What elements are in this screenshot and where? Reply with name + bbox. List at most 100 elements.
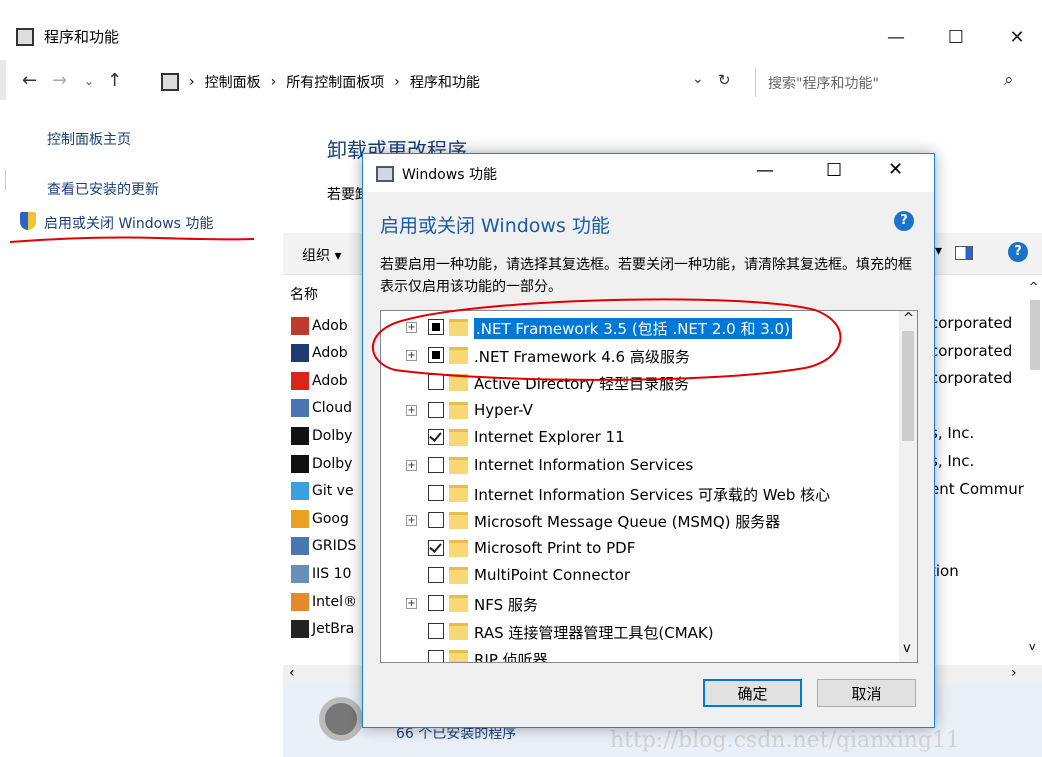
back-arrow-icon[interactable]: ← bbox=[22, 70, 37, 91]
feature-row[interactable]: RIP 侦听器 bbox=[381, 645, 917, 662]
sidebar-item-windows-features[interactable]: 启用或关闭 Windows 功能 bbox=[44, 213, 213, 233]
up-arrow-icon[interactable]: ↑ bbox=[107, 70, 122, 91]
dialog-close-button[interactable]: ✕ bbox=[888, 159, 903, 180]
recent-dropdown-icon[interactable]: ⌄ bbox=[84, 74, 94, 88]
window-icon bbox=[16, 28, 34, 46]
programs-window: 程序和功能 — ☐ ✕ ← → ⌄ ↑ › 控制面板 › 所有控制面板项 › 程… bbox=[0, 0, 1042, 757]
refresh-icon[interactable]: ↻ bbox=[718, 71, 731, 89]
feature-checkbox[interactable] bbox=[428, 622, 444, 639]
program-icon bbox=[291, 399, 309, 418]
feature-label: Internet Explorer 11 bbox=[474, 428, 625, 447]
feature-checkbox[interactable] bbox=[428, 512, 444, 529]
scroll-down-icon[interactable]: v bbox=[1029, 640, 1036, 653]
program-name: Git ve bbox=[312, 483, 354, 500]
features-scroll-thumb[interactable] bbox=[902, 331, 914, 441]
feature-checkbox[interactable] bbox=[428, 539, 444, 556]
expand-icon[interactable]: + bbox=[406, 515, 417, 527]
program-icon bbox=[291, 509, 309, 528]
sidebar-item-updates[interactable]: 查看已安装的更新 bbox=[47, 179, 159, 199]
program-name: Adob bbox=[312, 372, 348, 389]
program-row[interactable]: Goog bbox=[291, 505, 349, 532]
preview-pane-icon[interactable] bbox=[955, 246, 973, 260]
address-dropdown-icon[interactable]: ⌄ bbox=[692, 71, 704, 87]
feature-row[interactable]: Microsoft Print to PDF bbox=[381, 535, 917, 563]
features-scrollbar[interactable]: ^ v bbox=[899, 311, 917, 662]
organize-menu[interactable]: 组织 ▾ bbox=[302, 245, 341, 265]
program-row[interactable]: Intel® bbox=[291, 588, 357, 615]
feature-row[interactable]: Internet Explorer 11 bbox=[381, 424, 917, 452]
dialog-minimize-button[interactable]: — bbox=[756, 160, 774, 181]
view-dropdown-icon[interactable]: ▾ bbox=[935, 243, 942, 259]
program-row[interactable]: Adob bbox=[291, 367, 348, 394]
sidebar-item-home[interactable]: 控制面板主页 bbox=[47, 129, 131, 149]
expand-icon[interactable]: + bbox=[406, 460, 417, 471]
breadcrumb-programs[interactable]: 程序和功能 bbox=[410, 72, 480, 92]
publisher-cell: corporated bbox=[930, 369, 1013, 388]
program-name: IIS 10 bbox=[312, 565, 352, 582]
help-icon[interactable]: ? bbox=[1008, 242, 1028, 262]
program-row[interactable]: IIS 10 bbox=[291, 560, 351, 587]
features-scroll-down-icon[interactable]: v bbox=[903, 641, 911, 656]
name-column-header[interactable]: 名称 bbox=[290, 284, 318, 304]
address-bar[interactable]: › 控制面板 › 所有控制面板项 › 程序和功能 ⌄ ↻ bbox=[155, 67, 755, 97]
feature-row[interactable]: + Hyper-V bbox=[381, 397, 917, 425]
folder-icon bbox=[449, 595, 468, 612]
feature-checkbox[interactable] bbox=[428, 457, 444, 473]
feature-checkbox[interactable] bbox=[428, 650, 444, 662]
cancel-button[interactable]: 取消 bbox=[817, 679, 916, 707]
folder-icon bbox=[449, 512, 468, 530]
search-box[interactable]: 搜索"程序和功能" ⌕ bbox=[755, 68, 1031, 97]
forward-arrow-icon[interactable]: → bbox=[52, 70, 67, 91]
program-name: JetBra bbox=[312, 621, 355, 638]
program-icon bbox=[291, 426, 309, 445]
program-row[interactable]: JetBra bbox=[291, 616, 354, 643]
shield-icon bbox=[20, 212, 36, 230]
program-row[interactable]: Adob bbox=[291, 312, 348, 339]
program-icon bbox=[291, 620, 309, 639]
feature-checkbox[interactable] bbox=[428, 401, 444, 418]
program-row[interactable]: Git ve bbox=[291, 478, 354, 505]
annotation-circle bbox=[371, 298, 842, 381]
feature-row[interactable]: + Microsoft Message Queue (MSMQ) 服务器 bbox=[381, 507, 917, 535]
program-row[interactable]: GRIDS bbox=[291, 533, 356, 560]
expand-icon[interactable]: + bbox=[406, 598, 417, 609]
feature-row[interactable]: MultiPoint Connector bbox=[381, 562, 917, 590]
scroll-up-icon[interactable]: ^ bbox=[1029, 280, 1038, 293]
minimize-button[interactable]: — bbox=[873, 22, 919, 52]
maximize-button[interactable]: ☐ bbox=[933, 22, 979, 52]
dialog-title: Windows 功能 bbox=[402, 167, 497, 183]
search-icon[interactable]: ⌕ bbox=[1004, 70, 1014, 90]
feature-checkbox[interactable] bbox=[428, 595, 444, 611]
close-button[interactable]: ✕ bbox=[994, 22, 1040, 52]
feature-checkbox[interactable] bbox=[428, 484, 444, 501]
program-row[interactable]: Dolby bbox=[291, 450, 352, 477]
ok-button[interactable]: 确定 bbox=[703, 679, 802, 707]
dialog-maximize-button[interactable]: ☐ bbox=[826, 160, 842, 181]
program-row[interactable]: Dolby bbox=[291, 422, 352, 449]
search-input[interactable]: 搜索"程序和功能" bbox=[768, 73, 879, 93]
folder-icon bbox=[449, 457, 468, 474]
list-scrollbar[interactable]: ^ v bbox=[1026, 280, 1042, 680]
feature-row[interactable]: RAS 连接管理器管理工具包(CMAK) bbox=[381, 618, 917, 646]
breadcrumb-all-items[interactable]: 所有控制面板项 bbox=[286, 72, 384, 92]
feature-checkbox[interactable] bbox=[428, 567, 444, 584]
publisher-cell: s, Inc. bbox=[930, 452, 975, 470]
window-title: 程序和功能 bbox=[44, 28, 120, 46]
dialog-help-icon[interactable]: ? bbox=[894, 211, 914, 231]
scroll-left-icon[interactable]: ‹ bbox=[289, 665, 295, 681]
program-row[interactable]: Adob bbox=[291, 340, 348, 367]
feature-row[interactable]: + Internet Information Services bbox=[381, 452, 917, 480]
feature-checkbox[interactable] bbox=[428, 429, 444, 446]
program-row[interactable]: Cloud bbox=[291, 395, 352, 422]
scroll-thumb[interactable] bbox=[1030, 300, 1040, 370]
features-scroll-up-icon[interactable]: ^ bbox=[903, 311, 914, 326]
left-edge-artifacts bbox=[0, 170, 6, 330]
feature-row[interactable]: Internet Information Services 可承载的 Web 核… bbox=[381, 480, 917, 508]
breadcrumb-control-panel[interactable]: 控制面板 bbox=[205, 72, 261, 92]
feature-row[interactable]: + NFS 服务 bbox=[381, 590, 917, 618]
program-name: Goog bbox=[312, 510, 349, 527]
expand-icon[interactable]: + bbox=[406, 404, 417, 416]
feature-label: Hyper-V bbox=[474, 400, 533, 419]
program-name: Adob bbox=[312, 317, 348, 334]
scroll-right-icon[interactable]: › bbox=[1011, 665, 1017, 681]
